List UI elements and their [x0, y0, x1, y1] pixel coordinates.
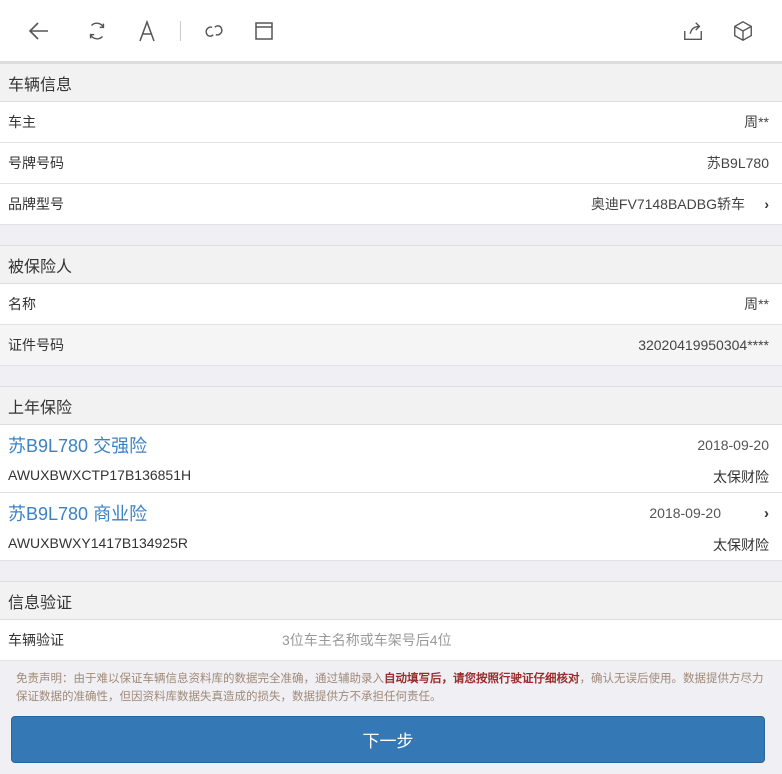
font-icon[interactable]: [122, 11, 172, 51]
insurer: 太保财险: [713, 537, 769, 553]
row-vehicle-verify[interactable]: 车辆验证 3位车主名称或车架号后4位: [0, 620, 782, 661]
row-owner: 车主 周**: [0, 102, 782, 143]
disclaimer-text: 免责声明：由于难以保证车辆信息资料库的数据完全准确，通过辅助录入: [16, 671, 384, 685]
section-header-insured: 被保险人: [0, 245, 782, 284]
insurance-plate: 苏B9L780: [8, 436, 89, 456]
row-brand-model[interactable]: 品牌型号 奥迪FV7148BADBG轿车 ›: [0, 184, 782, 225]
row-label: 名称: [8, 296, 36, 312]
policy-number: AWUXBWXCTP17B136851H: [8, 467, 192, 483]
insurance-item-compulsory[interactable]: 苏B9L780 交强险 2018-09-20 AWUXBWXCTP17B13685…: [0, 425, 782, 493]
insurance-type: 交强险: [93, 436, 148, 456]
row-insured-name: 名称 周**: [0, 284, 782, 325]
chevron-right-icon: ›: [764, 196, 769, 212]
row-value: 苏B9L780: [706, 155, 769, 171]
section-header-vehicle: 车辆信息: [0, 63, 782, 102]
insurance-type: 商业险: [93, 504, 148, 524]
refresh-icon[interactable]: [72, 11, 122, 51]
insurance-item-commercial[interactable]: 苏B9L780 商业险 2018-09-20 › AWUXBWXY1417B1349…: [0, 493, 782, 561]
insurance-date: 2018-09-20: [697, 437, 769, 453]
toolbar: [0, 0, 782, 63]
row-label: 号牌号码: [8, 155, 64, 171]
row-value: 周**: [744, 114, 769, 130]
link-icon[interactable]: [189, 11, 239, 51]
section-header-last-year: 上年保险: [0, 386, 782, 425]
row-label: 品牌型号: [8, 196, 64, 212]
row-value: 32020419950304****: [638, 337, 769, 353]
row-value: 周**: [744, 296, 769, 312]
insurance-plate: 苏B9L780: [8, 504, 89, 524]
row-label: 证件号码: [8, 337, 64, 353]
toolbar-divider: [180, 20, 181, 41]
section-header-verify: 信息验证: [0, 581, 782, 620]
back-icon[interactable]: [14, 11, 64, 51]
share-icon[interactable]: [668, 11, 718, 51]
disclaimer: 免责声明：由于难以保证车辆信息资料库的数据完全准确，通过辅助录入自动填写后，请您…: [0, 661, 782, 709]
row-label: 车辆验证: [8, 632, 64, 648]
window-icon[interactable]: [239, 11, 289, 51]
row-id-number: 证件号码 32020419950304****: [0, 325, 782, 366]
verify-input[interactable]: 3位车主名称或车架号后4位: [282, 630, 452, 650]
next-button[interactable]: 下一步: [11, 716, 765, 763]
insurer: 太保财险: [713, 469, 769, 485]
chevron-right-icon: ›: [764, 504, 769, 522]
insurance-date: 2018-09-20: [649, 505, 721, 521]
row-label: 车主: [8, 114, 36, 130]
cube-icon[interactable]: [718, 11, 768, 51]
policy-number: AWUXBWXY1417B134925R: [8, 535, 189, 551]
row-value: 奥迪FV7148BADBG轿车: [590, 196, 745, 212]
disclaimer-emphasis: 自动填写后，请您按照行驶证仔细核对: [384, 671, 580, 685]
row-plate: 号牌号码 苏B9L780: [0, 143, 782, 184]
